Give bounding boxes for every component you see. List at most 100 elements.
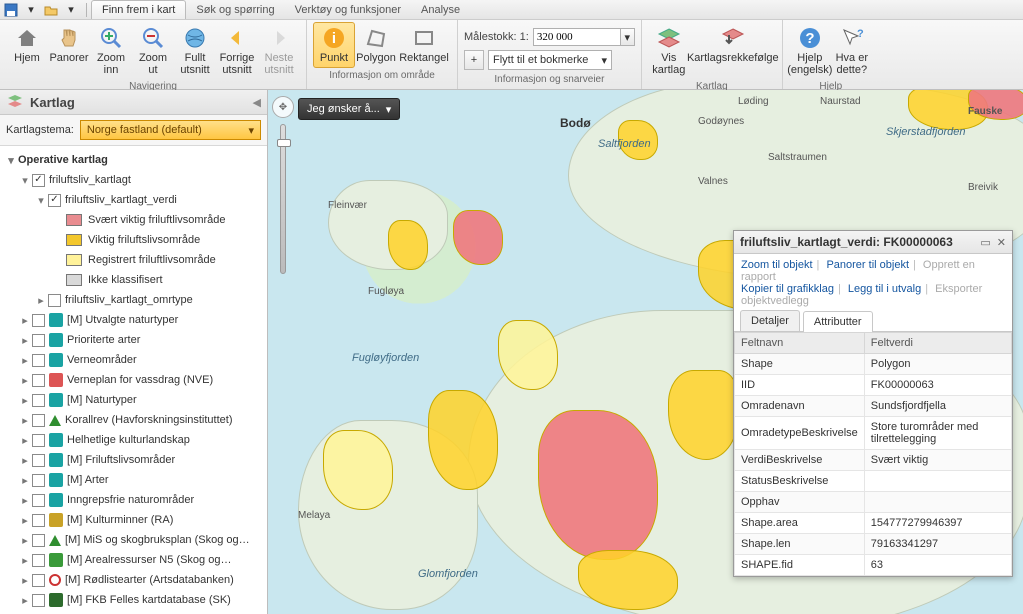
zoom-out-button[interactable]: Zoom ut bbox=[132, 22, 174, 79]
link-panorer[interactable]: Panorer til objekt bbox=[826, 259, 909, 271]
svg-text:?: ? bbox=[857, 28, 864, 40]
ribbon-group-hjelp: ?Hjelp (engelsk) ?Hva er dette? Hjelp bbox=[783, 20, 879, 89]
tree-item[interactable]: ▸[M] Friluftslivsområder bbox=[2, 450, 267, 470]
layer-type-icon bbox=[49, 473, 63, 487]
tree-item-friluftsliv[interactable]: ▾friluftsliv_kartlagt bbox=[2, 170, 267, 190]
legend-registrert: Registrert friluftlivsområde bbox=[2, 250, 267, 270]
pan-button[interactable]: Panorer bbox=[48, 22, 90, 68]
map-feature[interactable] bbox=[388, 220, 428, 270]
checkbox[interactable] bbox=[32, 454, 45, 467]
checkbox[interactable] bbox=[32, 334, 45, 347]
checkbox[interactable] bbox=[32, 534, 45, 547]
show-layers-button[interactable]: Vis kartlag bbox=[648, 22, 690, 79]
checkbox[interactable] bbox=[32, 374, 45, 387]
checkbox[interactable] bbox=[32, 574, 45, 587]
checkbox[interactable] bbox=[32, 554, 45, 567]
tree-item[interactable]: ▸[M] Arter bbox=[2, 470, 267, 490]
cursor-help-icon: ? bbox=[839, 25, 865, 51]
zoom-slider[interactable] bbox=[280, 124, 286, 274]
save-dropdown-icon[interactable]: ▾ bbox=[22, 2, 40, 18]
tree-item[interactable]: ▸[M] FKB Felles kartdatabase (SK) bbox=[2, 590, 267, 610]
map-label: Løding bbox=[738, 96, 769, 107]
checkbox[interactable] bbox=[32, 514, 45, 527]
tree-item[interactable]: ▸[M] Utvalgte naturtyper bbox=[2, 310, 267, 330]
link-kopier[interactable]: Kopier til grafikklag bbox=[741, 283, 834, 295]
ribbon: Hjem Panorer Zoom inn Zoom ut Fullt utsn… bbox=[0, 20, 1023, 90]
checkbox[interactable] bbox=[32, 594, 45, 607]
tree-item-verdi[interactable]: ▾friluftsliv_kartlagt_verdi bbox=[2, 190, 267, 210]
bookmark-select[interactable]: Flytt til et bokmerke▾ bbox=[488, 50, 612, 70]
tree-item[interactable]: ▸Inngrepsfrie naturområder bbox=[2, 490, 267, 510]
layer-type-icon bbox=[49, 553, 63, 567]
layer-order-button[interactable]: Kartlagsrekkefølge bbox=[690, 22, 776, 68]
menubar: ▾ ▾ Finn frem i kart Søk og spørring Ver… bbox=[0, 0, 1023, 20]
scale-input[interactable] bbox=[533, 28, 621, 46]
checkbox[interactable] bbox=[48, 194, 61, 207]
tab-verktoy[interactable]: Verktøy og funksjoner bbox=[285, 1, 411, 19]
checkbox[interactable] bbox=[48, 294, 61, 307]
tab-finn-frem[interactable]: Finn frem i kart bbox=[91, 0, 186, 19]
pan-nav-icon[interactable]: ✥ bbox=[272, 96, 294, 118]
link-legg[interactable]: Legg til i utvalg bbox=[848, 283, 921, 295]
zoom-out-icon bbox=[140, 25, 166, 51]
tab-sok[interactable]: Søk og spørring bbox=[186, 1, 284, 19]
table-row: OmradenavnSundsfjordfjella bbox=[735, 396, 1012, 417]
table-row: ShapePolygon bbox=[735, 354, 1012, 375]
tree-item[interactable]: ▸Verneplan for vassdrag (NVE) bbox=[2, 370, 267, 390]
tree-item[interactable]: ▸Verneområder bbox=[2, 350, 267, 370]
tree-group-operative[interactable]: ▾Operative kartlag bbox=[2, 150, 267, 170]
rectangle-icon bbox=[411, 25, 437, 51]
rectangle-button[interactable]: Rektangel bbox=[397, 22, 451, 68]
layer-tree[interactable]: ▾Operative kartlag ▾friluftsliv_kartlagt… bbox=[0, 146, 267, 614]
punkt-button[interactable]: iPunkt bbox=[313, 22, 355, 68]
tree-item[interactable]: ▸Helhetlige kulturlandskap bbox=[2, 430, 267, 450]
add-bookmark-button[interactable]: + bbox=[464, 50, 484, 70]
help-button[interactable]: ?Hjelp (engelsk) bbox=[789, 22, 831, 79]
scale-dropdown[interactable]: ▾ bbox=[621, 28, 635, 46]
full-extent-button[interactable]: Fullt utsnitt bbox=[174, 22, 216, 79]
checkbox[interactable] bbox=[32, 414, 45, 427]
polygon-button[interactable]: Polygon bbox=[355, 22, 397, 68]
i-want-to-button[interactable]: Jeg ønsker å...▾ bbox=[298, 98, 400, 120]
checkbox[interactable] bbox=[32, 434, 45, 447]
tree-item[interactable]: ▸Prioriterte arter bbox=[2, 330, 267, 350]
checkbox[interactable] bbox=[32, 174, 45, 187]
home-button[interactable]: Hjem bbox=[6, 22, 48, 68]
next-extent-button[interactable]: Neste utsnitt bbox=[258, 22, 300, 79]
save-icon[interactable] bbox=[2, 2, 20, 18]
tree-item[interactable]: ▸[M] Rødlistearter (Artsdatabanken) bbox=[2, 570, 267, 590]
ribbon-group-label: Informasjon om område bbox=[313, 68, 451, 83]
layer-type-icon bbox=[49, 513, 63, 527]
whats-this-button[interactable]: ?Hva er dette? bbox=[831, 22, 873, 79]
restore-icon[interactable]: ▭ bbox=[980, 237, 990, 249]
prev-extent-button[interactable]: Forrige utsnitt bbox=[216, 22, 258, 79]
tree-item[interactable]: ▸[M] Kulturminner (RA) bbox=[2, 510, 267, 530]
tab-detaljer[interactable]: Detaljer bbox=[740, 310, 800, 331]
tree-item[interactable]: ▸Korallrev (Havforskningsinstituttet) bbox=[2, 410, 267, 430]
link-zoom[interactable]: Zoom til objekt bbox=[741, 259, 813, 271]
tree-item-omrtype[interactable]: ▸friluftsliv_kartlagt_omrtype bbox=[2, 290, 267, 310]
checkbox[interactable] bbox=[32, 474, 45, 487]
tree-item[interactable]: ▸[M] Arealressurser N5 (Skog og… bbox=[2, 550, 267, 570]
theme-select[interactable]: Norge fastland (default)▾ bbox=[80, 120, 261, 140]
close-icon[interactable]: ✕ bbox=[997, 237, 1006, 249]
zoom-thumb[interactable] bbox=[277, 139, 291, 147]
open-icon[interactable] bbox=[42, 2, 60, 18]
open-dropdown-icon[interactable]: ▾ bbox=[62, 2, 80, 18]
checkbox[interactable] bbox=[32, 394, 45, 407]
tree-item[interactable]: ▸[M] Naturtyper bbox=[2, 390, 267, 410]
layer-type-icon bbox=[49, 373, 63, 387]
zoom-in-button[interactable]: Zoom inn bbox=[90, 22, 132, 79]
checkbox[interactable] bbox=[32, 494, 45, 507]
collapse-left-icon[interactable]: ◀ bbox=[253, 96, 261, 109]
tab-attributter[interactable]: Attributter bbox=[803, 311, 873, 332]
tab-analyse[interactable]: Analyse bbox=[411, 1, 470, 19]
layer-type-icon bbox=[49, 453, 63, 467]
map-land bbox=[328, 180, 448, 270]
arrow-right-icon bbox=[266, 25, 292, 51]
tree-item[interactable]: ▸[M] MiS og skogbruksplan (Skog og… bbox=[2, 530, 267, 550]
checkbox[interactable] bbox=[32, 314, 45, 327]
checkbox[interactable] bbox=[32, 354, 45, 367]
map-label: Fugløyfjorden bbox=[352, 352, 419, 364]
map-canvas[interactable]: Bodø Saltfjorden Fugløyfjorden Fleinvær … bbox=[268, 90, 1023, 614]
